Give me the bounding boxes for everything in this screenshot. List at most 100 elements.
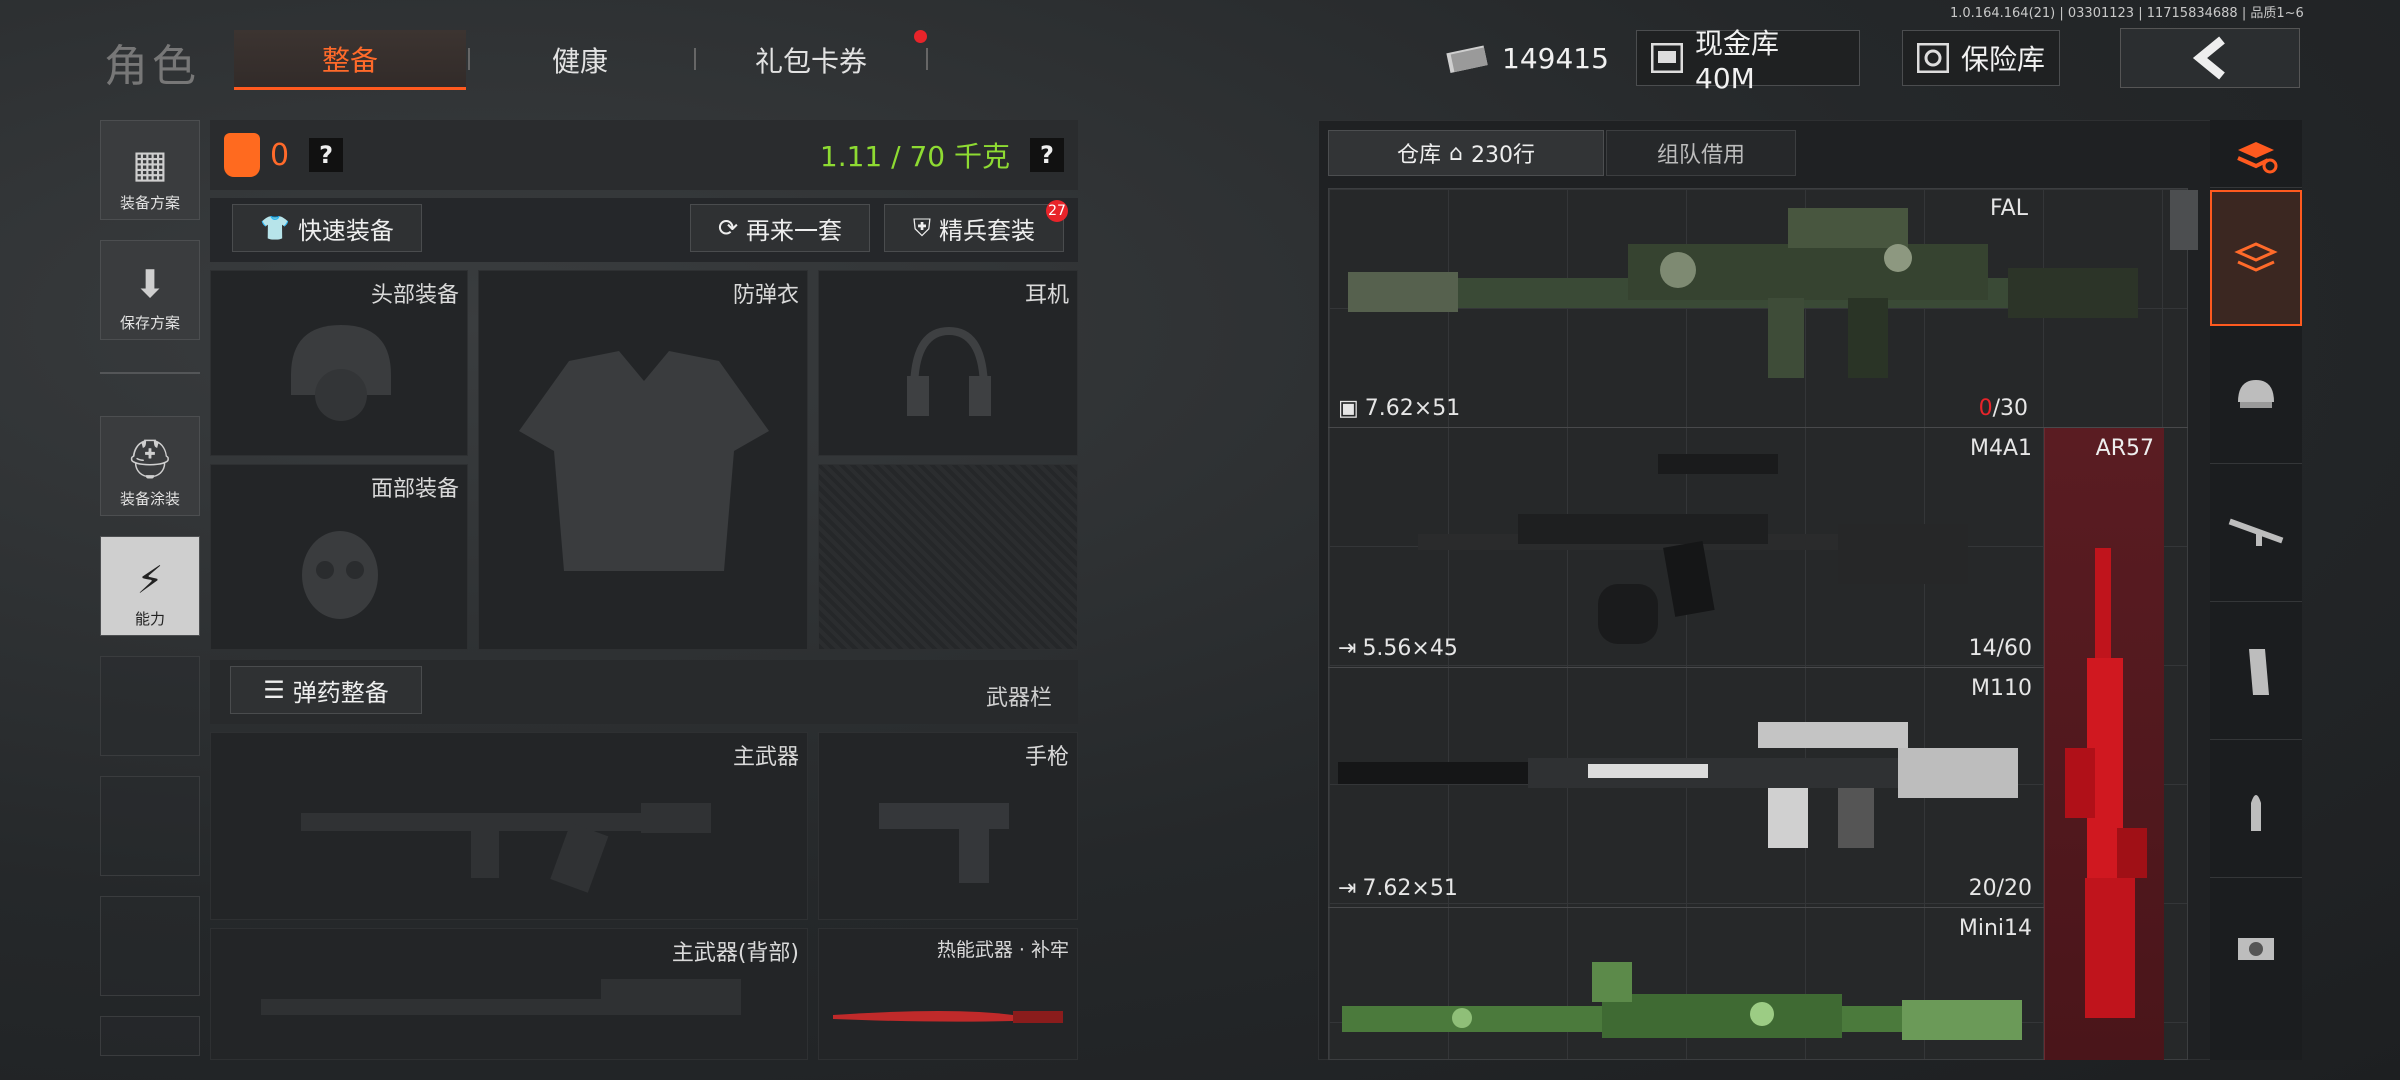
elite-set-badge: 27 bbox=[1046, 200, 1068, 222]
cash-vault-button[interactable]: 现金库 40M bbox=[1636, 27, 1860, 95]
shield-icon: ⛨ bbox=[913, 214, 931, 242]
vest-icon: ▦ bbox=[132, 142, 168, 186]
weapon-caliber: ▣ 7.62×51 bbox=[1338, 396, 1461, 421]
primary-back-slot[interactable]: 主武器(背部) bbox=[210, 928, 808, 1060]
tab-gift-coupons[interactable]: 礼包卡券 bbox=[696, 30, 926, 90]
weapon-caliber: ⇥ 7.62×51 bbox=[1338, 876, 1458, 901]
sidebar-item-skin[interactable]: ⛑ 装备涂装 bbox=[100, 416, 200, 516]
elite-set-label: 精兵套装 bbox=[939, 216, 1035, 245]
version-text: 1.0.164.164(21) | 03301123 | 11715834688… bbox=[1950, 6, 2304, 21]
category-attachment[interactable] bbox=[2210, 880, 2302, 1016]
warehouse-item-m4a1[interactable]: M4A1 ⇥ 5.56×45 14/60 bbox=[1328, 428, 2044, 668]
armor-ghost-icon bbox=[519, 351, 769, 571]
elite-set-button[interactable]: ⛨ 精兵套装 bbox=[884, 204, 1064, 252]
equip-again-label: 再来一套 bbox=[746, 216, 843, 245]
ammo-box-icon: ▣ bbox=[1338, 396, 1359, 421]
money-display: 149415 bbox=[1432, 30, 1609, 86]
sidebar-item-label: 能力 bbox=[134, 610, 165, 628]
face-slot-label: 面部装备 bbox=[370, 477, 459, 502]
pistol-slot[interactable]: 手枪 bbox=[818, 732, 1078, 920]
back-arrow-icon bbox=[2192, 36, 2228, 80]
stack-refresh-icon bbox=[2234, 136, 2278, 176]
weapon-ammo: 14/60 bbox=[1968, 636, 2032, 661]
headset-slot[interactable]: 耳机 bbox=[818, 270, 1078, 456]
sidebar-item-loadout-plan[interactable]: ▦ 装备方案 bbox=[100, 120, 200, 220]
ar57-rifle-image bbox=[2065, 548, 2147, 1018]
warehouse-scrollbar[interactable] bbox=[2170, 190, 2198, 250]
safe-icon bbox=[1917, 43, 1949, 73]
category-helmet[interactable] bbox=[2210, 328, 2302, 464]
empty-gear-slot bbox=[818, 464, 1078, 650]
category-stacked[interactable] bbox=[2210, 190, 2302, 326]
rifle-ghost-icon bbox=[301, 803, 711, 893]
category-rifle[interactable] bbox=[2210, 466, 2302, 602]
cash-vault-label: 现金库 40M bbox=[1695, 26, 1780, 95]
helmet-icon bbox=[2234, 376, 2278, 416]
insurance-vault-button[interactable]: 保险库 bbox=[1902, 30, 2060, 86]
warehouse-tab-label: 仓库 bbox=[1397, 143, 1442, 168]
sidebar-item-label: 装备涂装 bbox=[119, 490, 180, 508]
warehouse-item-m110[interactable]: M110 ⇥ 7.62×51 20/20 bbox=[1328, 668, 2044, 908]
help-icon[interactable]: ? bbox=[309, 138, 344, 172]
mask-ghost-icon bbox=[302, 531, 378, 619]
magazine-icon bbox=[2241, 647, 2271, 697]
tab-health[interactable]: 健康 bbox=[470, 30, 690, 90]
quick-equip-button[interactable]: 👕 快速装备 bbox=[232, 204, 422, 252]
quick-equip-label: 快速装备 bbox=[297, 216, 394, 245]
tab-warehouse[interactable]: 仓库 ⌂ 230行 bbox=[1328, 130, 1604, 176]
tab-loadout[interactable]: 整备 bbox=[234, 30, 466, 90]
sidebar-empty-slot bbox=[100, 1016, 200, 1056]
lightning-icon: ⚡ bbox=[136, 558, 164, 602]
sidebar-item-save-plan[interactable]: ⬇ 保存方案 bbox=[100, 240, 200, 340]
sidebar-divider bbox=[100, 372, 200, 374]
category-all[interactable] bbox=[2210, 124, 2302, 188]
weapon-name: M4A1 bbox=[1969, 436, 2032, 461]
shirt-icon: 👕 bbox=[260, 214, 290, 242]
ammo-arrow-icon: ⇥ bbox=[1338, 636, 1357, 661]
warehouse-item-ar57[interactable]: AR57 bbox=[2044, 428, 2164, 1060]
cash-icon bbox=[1446, 41, 1490, 75]
vest-icon bbox=[224, 133, 260, 177]
ammo-equip-button[interactable]: ☰ 弹药整备 bbox=[230, 666, 422, 714]
warehouse-item-fal[interactable]: FAL ▣ 7.62×51 0/30 bbox=[1328, 188, 2188, 428]
back-button[interactable] bbox=[2120, 28, 2300, 88]
m4a1-rifle-image bbox=[1418, 454, 1968, 644]
face-slot[interactable]: 面部装备 bbox=[210, 464, 468, 650]
sidebar-item-label: 保存方案 bbox=[119, 314, 180, 332]
category-ammo[interactable] bbox=[2210, 742, 2302, 878]
warehouse-item-mini14[interactable]: Mini14 bbox=[1328, 908, 2044, 1060]
category-magazine[interactable] bbox=[2210, 604, 2302, 740]
armor-slot-label: 防弹衣 bbox=[732, 283, 799, 308]
head-slot[interactable]: 头部装备 bbox=[210, 270, 468, 456]
pistol-slot-label: 手枪 bbox=[1024, 745, 1069, 770]
weapon-name: Mini14 bbox=[1958, 916, 2032, 941]
equip-again-button[interactable]: ⟳ 再来一套 bbox=[690, 204, 870, 252]
bullet-icon bbox=[2241, 785, 2271, 835]
weapon-ammo: 20/20 bbox=[1968, 876, 2032, 901]
melee-slot-label: 热能武器 · 补牢 bbox=[936, 939, 1069, 961]
tab-team-borrow[interactable]: 组队借用 bbox=[1606, 130, 1796, 176]
loadout-header: 0 ? 1.11 / 70 千克 ? bbox=[210, 120, 1078, 190]
primary-weapon-label: 主武器 bbox=[732, 745, 799, 770]
melee-slot[interactable]: 热能武器 · 补牢 bbox=[818, 928, 1078, 1060]
sidebar-empty-slot bbox=[100, 776, 200, 876]
page-title: 角色 bbox=[104, 41, 200, 92]
sidebar-item-label: 装备方案 bbox=[119, 194, 180, 212]
insurance-vault-label: 保险库 bbox=[1961, 43, 2046, 76]
refresh-icon: ⟳ bbox=[717, 214, 739, 242]
warehouse-rows: 230行 bbox=[1470, 143, 1535, 168]
vault-icon bbox=[1651, 43, 1683, 73]
sight-icon bbox=[2234, 928, 2278, 968]
sidebar-item-abilities[interactable]: ⚡ 能力 bbox=[100, 536, 200, 636]
weapon-bar-label: 武器栏 bbox=[986, 686, 1053, 711]
rifle-icon bbox=[2226, 514, 2286, 554]
sidebar-empty-slot bbox=[100, 896, 200, 996]
primary-weapon-slot[interactable]: 主武器 bbox=[210, 732, 808, 920]
armor-slot[interactable]: 防弹衣 bbox=[478, 270, 808, 650]
headset-slot-label: 耳机 bbox=[1024, 283, 1069, 308]
weight-help-icon[interactable]: ? bbox=[1030, 138, 1064, 172]
notification-dot bbox=[914, 30, 927, 43]
weapon-name: M110 bbox=[1971, 676, 2032, 701]
download-icon: ⬇ bbox=[134, 262, 166, 306]
loadout-count: 0 bbox=[270, 137, 290, 173]
